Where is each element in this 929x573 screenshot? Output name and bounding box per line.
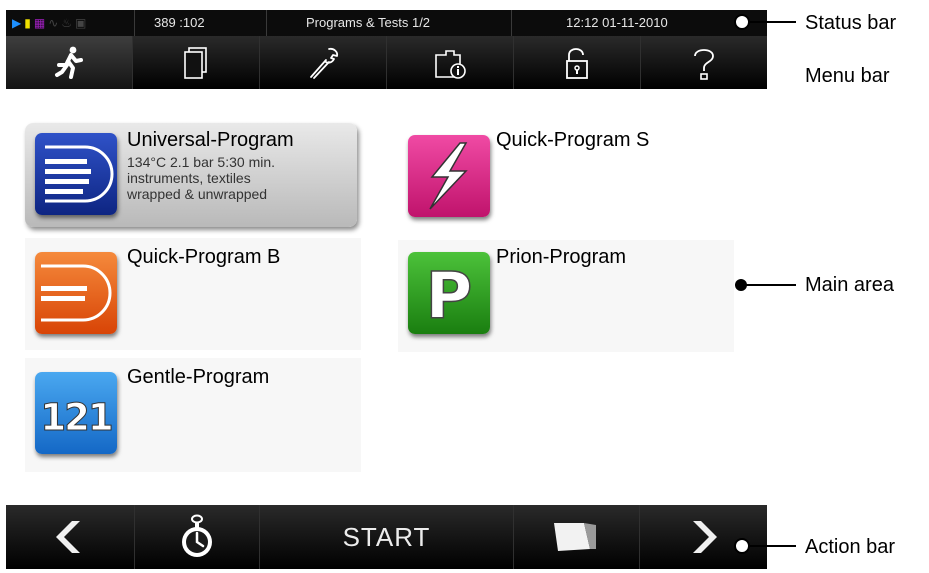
- callout-action-bar: Action bar: [805, 536, 896, 558]
- callout-status-bar: Status bar: [805, 12, 897, 34]
- callout-lines: [734, 14, 796, 554]
- callout-main-area: Main area: [805, 274, 894, 296]
- callout-dot: [734, 538, 750, 554]
- callout-dot: [734, 14, 750, 30]
- callout-menu-bar: Menu bar: [805, 65, 890, 87]
